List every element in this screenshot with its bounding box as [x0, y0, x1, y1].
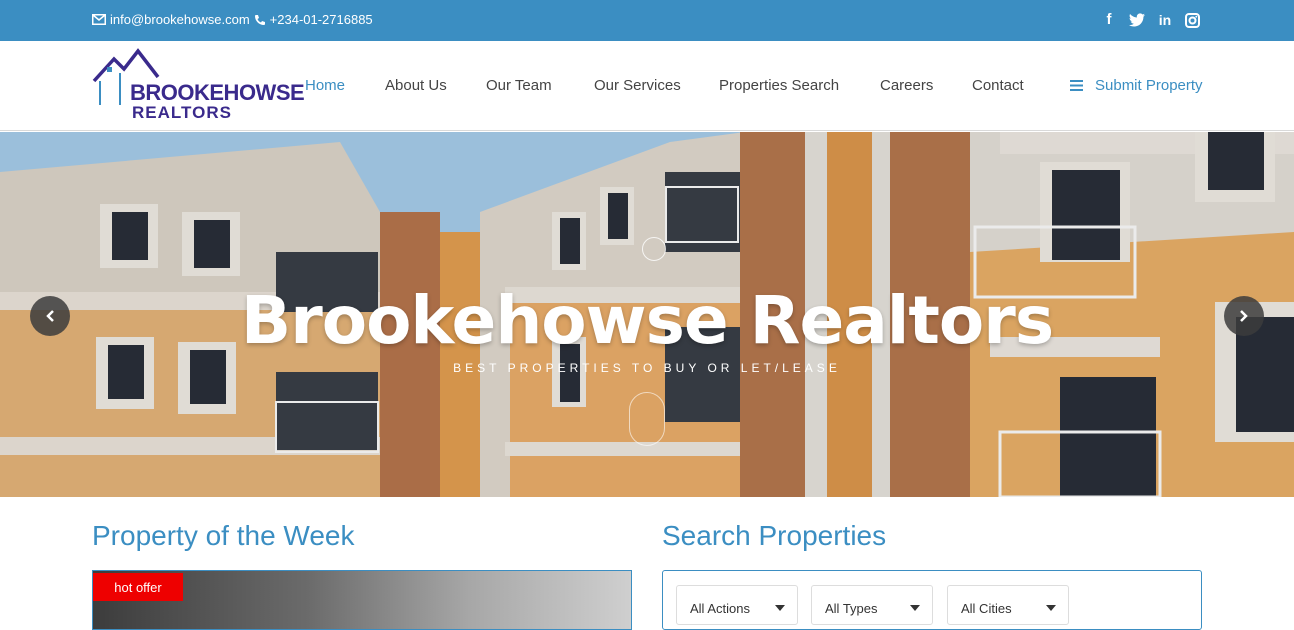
actions-select-value: All Actions: [690, 601, 750, 616]
hero-slider: Brookehowse Realtors BEST PROPERTIES TO …: [0, 132, 1294, 497]
submit-property-button[interactable]: Submit Property: [1070, 77, 1203, 94]
linkedin-icon[interactable]: in: [1157, 12, 1173, 28]
nav-item-our-team[interactable]: Our Team: [486, 77, 552, 94]
cities-select-value: All Cities: [961, 601, 1012, 616]
facebook-icon[interactable]: f: [1101, 12, 1117, 28]
slider-next-button[interactable]: [1224, 296, 1264, 336]
hero-title: Brookehowse Realtors: [240, 282, 1054, 359]
nav-item-properties-search[interactable]: Properties Search: [719, 77, 839, 94]
instagram-icon[interactable]: [1185, 12, 1200, 28]
social-links: f in: [1101, 12, 1200, 28]
caret-down-icon: [1046, 605, 1056, 611]
chevron-right-icon: [1240, 310, 1248, 322]
nav-item-our-services[interactable]: Our Services: [594, 77, 681, 94]
logo-subwordmark: REALTORS: [132, 103, 232, 122]
main-header: BROOKEHOWSE REALTORS Home About Us Our T…: [0, 41, 1294, 131]
search-properties-heading: Search Properties: [662, 520, 887, 551]
nav-item-about-us[interactable]: About Us: [385, 77, 447, 94]
submit-property-label: Submit Property: [1095, 77, 1203, 94]
cities-select[interactable]: All Cities: [947, 585, 1069, 625]
property-of-week-heading: Property of the Week: [92, 520, 355, 551]
actions-select[interactable]: All Actions: [676, 585, 798, 625]
phone-icon: [254, 14, 265, 25]
compass-icon: [642, 237, 666, 261]
menu-bars-icon: [1070, 80, 1083, 91]
types-select-value: All Types: [825, 601, 878, 616]
twitter-icon[interactable]: [1129, 13, 1145, 27]
chevron-left-icon: [46, 310, 54, 322]
top-bar: info@brookehowse.com +234-01-2716885 f i…: [0, 0, 1294, 41]
slider-prev-button[interactable]: [30, 296, 70, 336]
phone-number: +234-01-2716885: [269, 12, 373, 27]
types-select[interactable]: All Types: [811, 585, 933, 625]
hot-offer-badge: hot offer: [93, 573, 183, 601]
caret-down-icon: [910, 605, 920, 611]
caret-down-icon: [775, 605, 785, 611]
nav-item-home[interactable]: Home: [305, 77, 345, 94]
nav-item-careers[interactable]: Careers: [880, 77, 933, 94]
scroll-mouse-icon[interactable]: [629, 392, 665, 446]
property-of-week-card[interactable]: hot offer: [92, 570, 632, 630]
nav-item-contact[interactable]: Contact: [972, 77, 1024, 94]
email-link[interactable]: info@brookehowse.com: [110, 12, 250, 27]
contact-info: info@brookehowse.com +234-01-2716885: [92, 12, 373, 27]
hero-subtitle: BEST PROPERTIES TO BUY OR LET/LEASE: [453, 361, 841, 375]
search-properties-panel: All Actions All Types All Cities: [662, 570, 1202, 630]
envelope-icon: [92, 14, 106, 25]
